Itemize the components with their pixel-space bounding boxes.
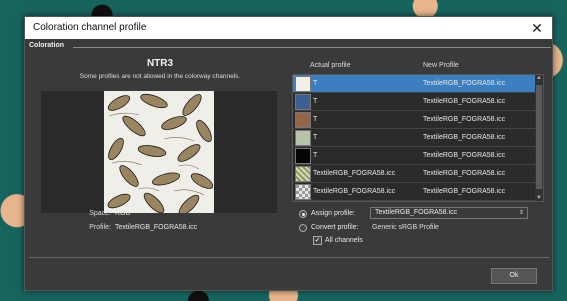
list-item[interactable]: T TextileRGB_FOGRA58.icc	[293, 111, 536, 129]
profile-value: TextileRGB_FOGRA58.icc	[115, 224, 198, 231]
list-scrollbar[interactable]: ▲ ▼	[535, 75, 543, 201]
new-profile-cell: TextileRGB_FOGRA58.icc	[423, 152, 506, 159]
new-profile-cell: TextileRGB_FOGRA58.icc	[423, 188, 506, 195]
actual-profile-cell: T	[313, 152, 318, 159]
profile-note: Some profiles are not allowed in the col…	[79, 73, 241, 80]
assign-profile-select[interactable]: TextileRGB_FOGRA58.icc ⇕	[370, 207, 528, 219]
space-label: Space:	[89, 210, 111, 217]
color-swatch	[295, 94, 311, 110]
pattern-swatch	[295, 166, 311, 182]
ok-button[interactable]: Ok	[491, 268, 537, 284]
actual-profile-cell: T	[313, 80, 318, 87]
pattern-swatch	[295, 184, 311, 200]
list-item[interactable]: TextileRGB_FOGRA58.icc TextileRGB_FOGRA5…	[293, 183, 536, 201]
title-bar: Coloration channel profile ✕	[25, 17, 552, 39]
assign-profile-radio[interactable]	[299, 210, 307, 218]
close-button[interactable]: ✕	[522, 17, 552, 39]
window-title: Coloration channel profile	[33, 22, 147, 33]
convert-profile-radio[interactable]	[299, 224, 307, 232]
space-value: RGB	[115, 210, 131, 217]
list-item[interactable]: T TextileRGB_FOGRA58.icc	[293, 93, 536, 111]
new-profile-cell: TextileRGB_FOGRA58.icc	[423, 80, 506, 87]
new-profile-cell: TextileRGB_FOGRA58.icc	[423, 170, 506, 177]
color-swatch	[295, 76, 311, 92]
preview-area	[41, 91, 277, 213]
assign-profile-label[interactable]: Assign profile:	[311, 210, 355, 217]
profile-name: NTR3	[146, 58, 174, 69]
list-item[interactable]: TextileRGB_FOGRA58.icc TextileRGB_FOGRA5…	[293, 165, 536, 183]
actual-profile-cell: TextileRGB_FOGRA58.icc	[313, 188, 396, 195]
channel-profile-list[interactable]: T TextileRGB_FOGRA58.icc T TextileRGB_FO…	[292, 74, 544, 202]
color-swatch	[295, 148, 311, 164]
color-swatch	[295, 130, 311, 146]
list-item[interactable]: T TextileRGB_FOGRA58.icc	[293, 75, 536, 93]
actual-profile-cell: TextileRGB_FOGRA58.icc	[313, 170, 396, 177]
all-channels-label[interactable]: All channels	[325, 237, 363, 244]
footer-divider	[29, 257, 549, 258]
assign-profile-value: TextileRGB_FOGRA58.icc	[375, 209, 458, 216]
section-header: Coloration	[29, 42, 64, 49]
profile-label: Profile:	[89, 224, 111, 231]
column-header-new-profile: New Profile	[423, 62, 459, 69]
new-profile-cell: TextileRGB_FOGRA58.icc	[423, 134, 506, 141]
dropdown-arrow-icon: ⇕	[518, 210, 524, 216]
new-profile-cell: TextileRGB_FOGRA58.icc	[423, 98, 506, 105]
convert-profile-label[interactable]: Convert profile:	[311, 224, 358, 231]
column-header-actual-profile: Actual profile	[310, 62, 351, 69]
actual-profile-cell: T	[313, 116, 318, 123]
new-profile-cell: TextileRGB_FOGRA58.icc	[423, 116, 506, 123]
scroll-up-icon[interactable]: ▲	[535, 75, 543, 83]
actual-profile-cell: T	[313, 134, 318, 141]
coloration-channel-profile-dialog: Coloration channel profile ✕ Coloration …	[24, 16, 553, 291]
color-swatch	[295, 112, 311, 128]
section-divider	[73, 47, 551, 48]
scroll-down-icon[interactable]: ▼	[535, 195, 543, 201]
pattern-preview-image	[104, 91, 214, 213]
scroll-thumb[interactable]	[536, 85, 542, 189]
all-channels-checkbox[interactable]: ✓	[313, 236, 322, 245]
convert-profile-value: Generic sRGB Profile	[372, 224, 439, 231]
list-item[interactable]: T TextileRGB_FOGRA58.icc	[293, 129, 536, 147]
list-item[interactable]: T TextileRGB_FOGRA58.icc	[293, 147, 536, 165]
actual-profile-cell: T	[313, 98, 318, 105]
